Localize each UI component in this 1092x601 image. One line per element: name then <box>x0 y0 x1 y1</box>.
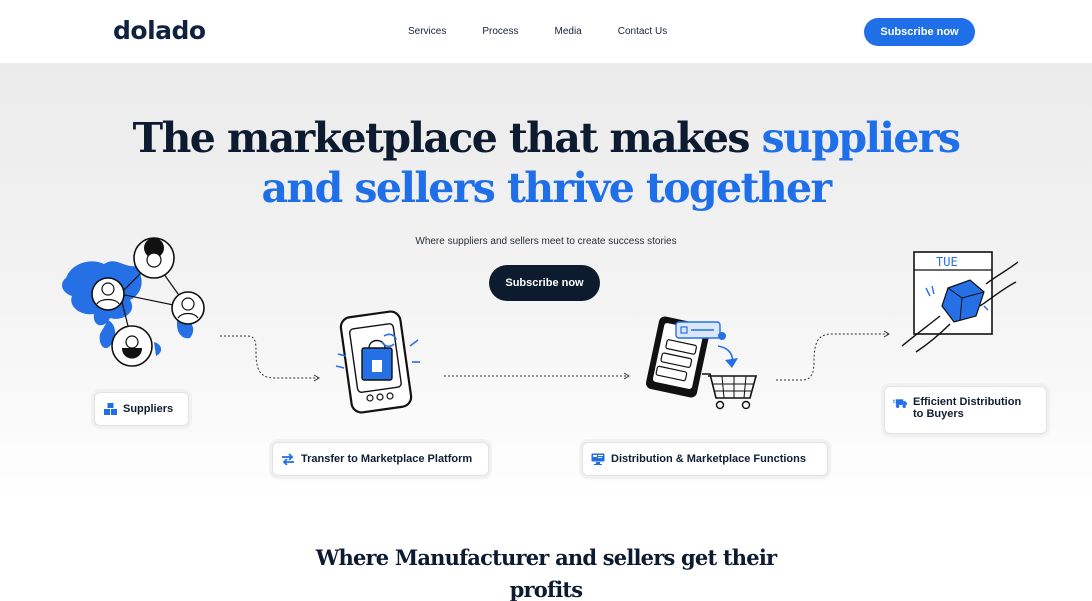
delivery-package-illustration: TUE <box>901 251 1019 353</box>
header-subscribe-button[interactable]: Subscribe now <box>864 18 975 46</box>
calendar-day-label: TUE <box>936 255 958 269</box>
tablet-cart-illustration <box>645 316 758 410</box>
step-label-distribution: Distribution & Marketplace Functions <box>611 453 806 465</box>
monitor-icon <box>591 452 605 466</box>
section-title-line-2: profits <box>509 577 584 601</box>
hero-title-line-1: The marketplace that makes suppliers <box>0 113 1092 163</box>
step-card-transfer: Transfer to Marketplace Platform <box>272 442 489 476</box>
hero-title-dark: The marketplace that makes <box>132 114 751 162</box>
transfer-arrows-icon <box>281 452 295 466</box>
phone-shopping-illustration <box>335 310 420 414</box>
step-label-transfer: Transfer to Marketplace Platform <box>301 453 473 465</box>
step-card-distribution: Distribution & Marketplace Functions <box>582 442 828 476</box>
nav-item-process[interactable]: Process <box>482 26 518 37</box>
step-label-suppliers: Suppliers <box>123 403 174 415</box>
section-title-line-1: Where Manufacturer and sellers get their <box>315 545 777 570</box>
nav-item-contact-us[interactable]: Contact Us <box>618 26 667 37</box>
boxes-icon <box>103 402 117 416</box>
hero-subscribe-button[interactable]: Subscribe now <box>489 265 600 301</box>
nav-item-media[interactable]: Media <box>554 26 581 37</box>
delivery-truck-icon <box>893 396 907 410</box>
step-card-suppliers: Suppliers <box>94 392 189 426</box>
nav-item-services[interactable]: Services <box>408 26 446 37</box>
hero-title-highlight: suppliers <box>761 114 961 162</box>
site-header: dolado Services Process Media Contact Us… <box>0 0 1092 64</box>
step-label-efficient-line-1: Efficient Distribution <box>913 396 1022 408</box>
suppliers-network-illustration <box>62 237 205 367</box>
step-label-efficient-line-2: to Buyers <box>913 408 964 420</box>
logo[interactable]: dolado <box>113 16 206 45</box>
step-label-efficient-distribution: Efficient Distribution to Buyers <box>913 396 1021 420</box>
flow-arrow-1 <box>220 335 320 382</box>
step-card-efficient-distribution: Efficient Distribution to Buyers <box>884 386 1047 434</box>
flow-arrow-3 <box>776 330 890 381</box>
hero-title-line-2: and sellers thrive together <box>261 164 832 212</box>
main-nav: Services Process Media Contact Us <box>408 26 667 37</box>
flow-arrow-2 <box>444 372 630 380</box>
